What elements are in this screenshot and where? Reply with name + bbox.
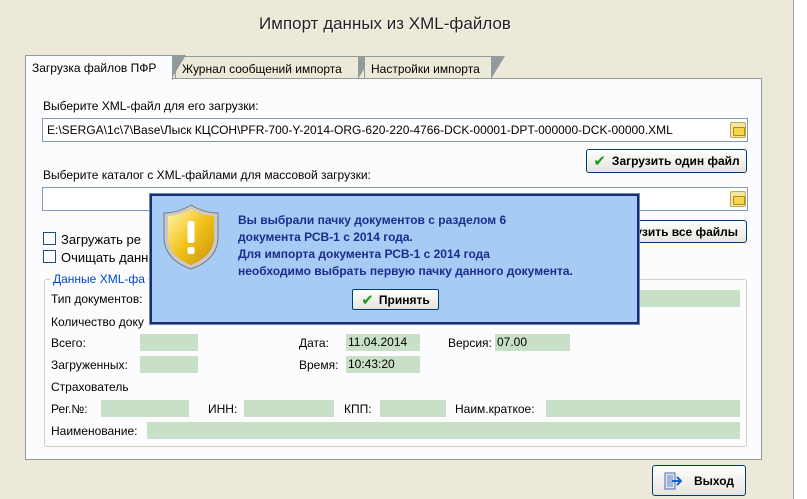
dialog-message-line: необходимо выбрать первую пачку данного … [238,264,573,278]
doc-type-label: Тип документов: [51,292,143,306]
batch-folder-label: Выберите каталог с XML-файлами для массо… [43,168,371,182]
exit-icon [664,472,682,489]
total-label: Всего: [51,336,86,350]
single-file-path-input[interactable]: E:\SERGA\1c\7\Base\Лыск КЦСОН\PFR-700-Y-… [42,118,748,142]
version-label: Версия: [448,336,492,350]
date-label: Дата: [299,336,329,350]
single-file-path-text: E:\SERGA\1c\7\Base\Лыск КЦСОН\PFR-700-Y-… [47,123,673,137]
loaded-value [140,356,198,373]
reg-number-label: Рег.№: [51,402,88,416]
load-one-file-label: Загрузить один файл [611,154,740,168]
clear-option-label: Очищать данн [61,250,149,265]
dialog-message-line: Вы выбрали пачку документов с разделом 6 [238,213,507,227]
check-icon: ✔ [593,153,606,170]
exit-button[interactable]: Выход [652,465,746,496]
load-option-checkbox[interactable] [43,232,56,245]
xml-data-group-legend: Данные XML-фа [50,272,148,286]
reg-number-value [101,400,189,417]
loaded-label: Загруженных: [51,358,128,372]
doc-count-label: Количество доку [51,315,144,329]
single-file-label: Выберите XML-файл для его загрузки: [43,99,259,113]
accept-button[interactable]: ✔ Принять [352,289,439,310]
clear-option-checkbox[interactable] [43,250,56,263]
kpp-label: КПП: [344,402,372,416]
full-name-value [147,422,740,439]
accept-button-label: Принять [378,292,430,307]
browse-file-icon[interactable] [730,122,746,138]
load-one-file-button[interactable]: ✔ Загрузить один файл [586,149,747,173]
warning-dialog: Вы выбрали пачку документов с разделом 6… [150,194,639,324]
browse-folder-icon[interactable] [730,191,746,207]
short-name-value [546,400,740,417]
short-name-label: Наим.краткое: [455,402,535,416]
load-all-files-label: узить все файлы [635,224,738,239]
exit-button-label: Выход [693,473,735,488]
insurer-label: Страхователь [51,380,129,394]
dialog-message: Вы выбрали пачку документов с разделом 6… [238,212,633,280]
time-value: 10:43:20 [346,356,420,373]
date-value: 11.04.2014 [346,334,420,351]
version-value: 07.00 [495,334,570,351]
warning-shield-icon [163,204,219,270]
dialog-message-line: Для импорта документа РСВ-1 с 2014 года [238,247,490,261]
inn-label: ИНН: [208,402,238,416]
check-icon: ✔ [361,291,374,309]
time-value-text: 10:43:20 [348,357,395,371]
total-value [140,334,198,351]
dialog-message-line: документа РСВ-1 с 2014 года. [238,230,413,244]
version-value-text: 07.00 [497,335,528,349]
time-label: Время: [299,358,339,372]
kpp-value [380,400,446,417]
full-name-label: Наименование: [51,424,138,438]
load-option-label: Загружать ре [61,232,141,247]
inn-value [244,400,334,417]
date-value-text: 11.04.2014 [348,335,408,349]
